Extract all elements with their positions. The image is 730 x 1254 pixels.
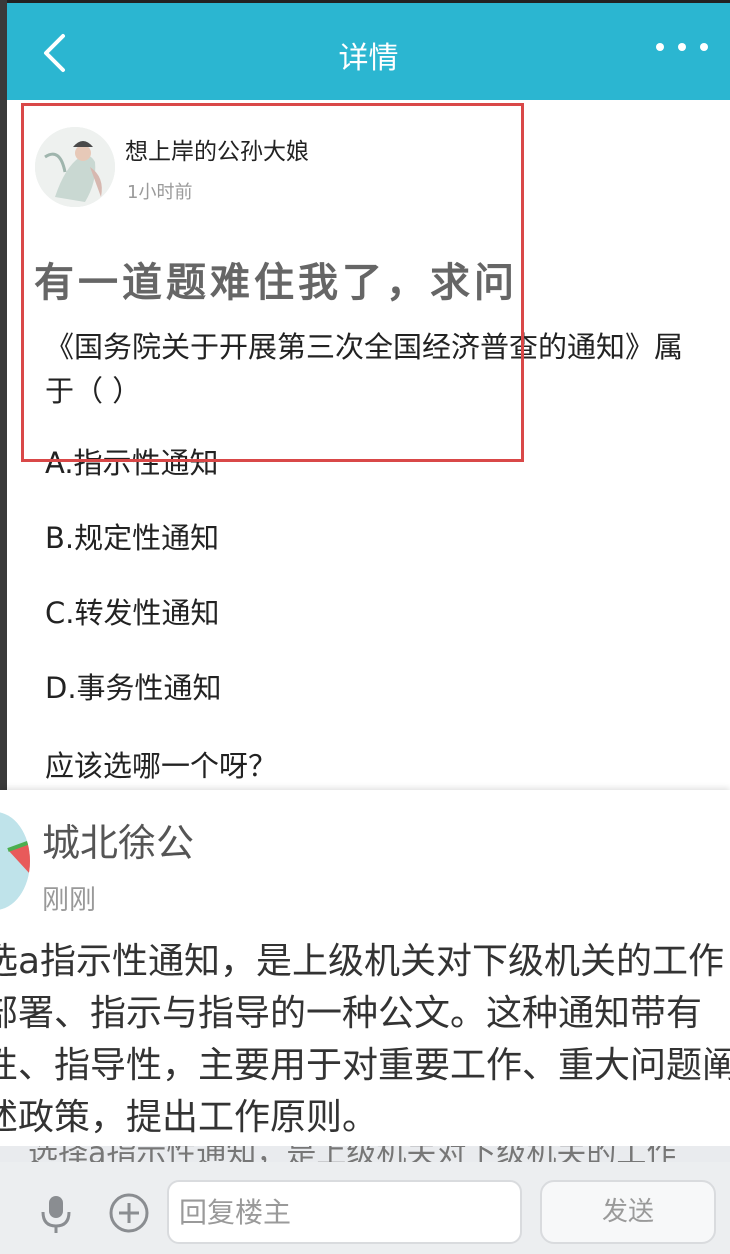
option-a: A.指示性通知: [45, 446, 219, 480]
option-b: B.规定性通知: [45, 521, 220, 555]
app-screen: 详情 想上岸的公孙大娘 1小时前 有一道题难住我了，求问 《国务院关于开展第三次…: [0, 0, 730, 1254]
reply-bar: 发送: [0, 1162, 730, 1254]
voice-button[interactable]: [38, 1194, 74, 1234]
option-d: D.事务性通知: [45, 671, 222, 705]
more-button[interactable]: [654, 39, 710, 55]
reply-line: 选a指示性通知，是上级机关对下级机关的工作: [0, 941, 725, 982]
reply-line: 述政策，提出工作原则。: [0, 1097, 379, 1138]
reply-body: 选a指示性通知，是上级机关对下级机关的工作 部署、指示与指导的一种公文。这种通知带…: [0, 936, 730, 1144]
author-name[interactable]: 想上岸的公孙大娘: [125, 132, 309, 166]
post-headline: 有一道题难住我了，求问: [34, 260, 518, 306]
watermelon-icon: [0, 812, 30, 910]
reply-author-name[interactable]: 城北徐公: [42, 812, 194, 867]
underlay-strip: 选择a指示性通知，是上级机关对下级机关的工作: [0, 1146, 730, 1162]
reply-input[interactable]: [167, 1180, 522, 1244]
top-bar: 详情: [7, 0, 730, 100]
plus-circle-icon: [109, 1193, 149, 1233]
page-title: 详情: [338, 41, 399, 76]
option-c: C.转发性通知: [45, 596, 220, 630]
send-button[interactable]: 发送: [540, 1180, 716, 1244]
more-dots-icon: [656, 43, 708, 51]
microphone-icon: [41, 1196, 71, 1233]
followup-text: 应该选哪一个呀？: [45, 749, 278, 783]
avatar-illustration: [35, 127, 115, 207]
reply-card: 城北徐公 刚刚 选a指示性通知，是上级机关对下级机关的工作 部署、指示与指导的一种…: [0, 790, 730, 1146]
add-attachment-button[interactable]: [108, 1192, 150, 1234]
reply-timestamp: 刚刚: [42, 885, 96, 916]
underlay-text: 选择a指示性通知，是上级机关对下级机关的工作: [28, 1146, 676, 1162]
question-text: 《国务院关于开展第三次全国经济普查的通知》属于（ ）: [45, 330, 684, 408]
reply-line: 性、指导性，主要用于对重要工作、重大问题阐: [0, 1045, 730, 1086]
reply-line: 部署、指示与指导的一种公文。这种通知带有: [0, 993, 703, 1034]
reply-avatar[interactable]: [0, 812, 30, 910]
post-content: 想上岸的公孙大娘 1小时前 有一道题难住我了，求问 《国务院关于开展第三次全国经…: [7, 100, 730, 800]
post-timestamp: 1小时前: [127, 182, 193, 203]
author-avatar[interactable]: [35, 127, 115, 207]
